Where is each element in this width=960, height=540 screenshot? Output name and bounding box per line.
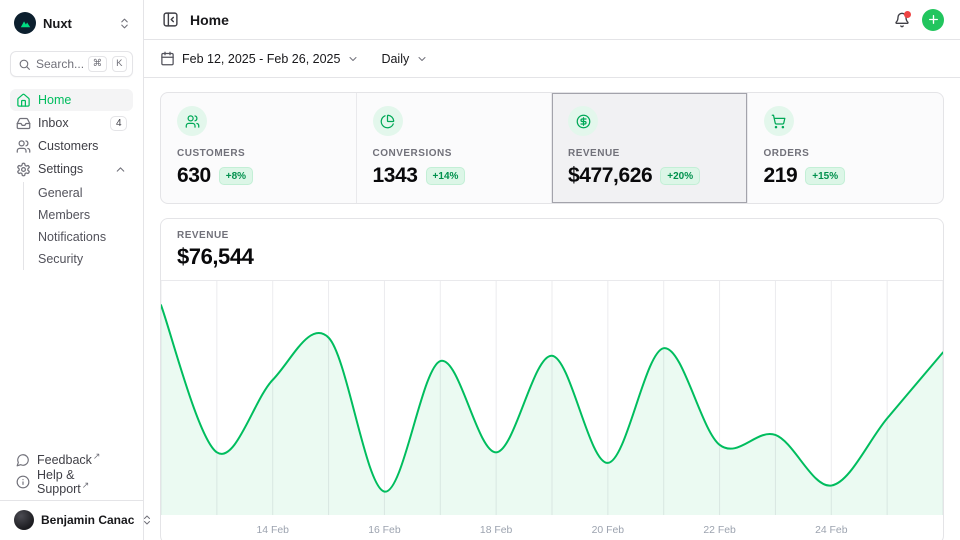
sidebar-subitem-notifications[interactable]: Notifications	[24, 226, 133, 248]
search-input[interactable]	[36, 57, 83, 71]
kbd-k: K	[112, 56, 127, 73]
search-field[interactable]: ⌘ K	[10, 51, 133, 77]
avatar	[14, 510, 34, 530]
svg-text:24 Feb: 24 Feb	[815, 525, 848, 536]
chevron-down-icon	[347, 53, 359, 65]
workspace-switcher[interactable]: Nuxt	[10, 10, 133, 36]
stat-card-orders[interactable]: ORDERS 219 +15%	[748, 93, 944, 203]
home-icon	[16, 93, 31, 108]
sidebar-subitem-members[interactable]: Members	[24, 204, 133, 226]
top-header: Home	[144, 0, 960, 40]
inbox-count-badge: 4	[110, 116, 127, 131]
date-range-value: Feb 12, 2025 - Feb 26, 2025	[182, 52, 340, 66]
svg-text:20 Feb: 20 Feb	[592, 525, 625, 536]
users-icon	[177, 106, 207, 136]
sidebar: Nuxt ⌘ K Home Inb	[0, 0, 144, 540]
stat-value: 1343	[373, 164, 418, 188]
inbox-icon	[16, 116, 31, 131]
stat-label: CUSTOMERS	[177, 148, 340, 159]
chart-metric-label: REVENUE	[177, 230, 927, 241]
svg-text:18 Feb: 18 Feb	[480, 525, 513, 536]
chart-header: REVENUE $76,544	[161, 219, 943, 281]
chevron-up-icon	[114, 163, 127, 176]
chevrons-up-down-icon	[118, 17, 131, 30]
main-area: Home Fe	[144, 0, 960, 540]
kbd-command: ⌘	[88, 56, 107, 73]
sidebar-item-label: Settings	[38, 162, 83, 176]
sidebar-item-settings[interactable]: Settings	[10, 158, 133, 180]
sidebar-item-home[interactable]: Home	[10, 89, 133, 111]
notifications-button[interactable]	[894, 12, 910, 28]
svg-text:22 Feb: 22 Feb	[703, 525, 736, 536]
chart-metric-value: $76,544	[177, 244, 927, 270]
feedback-label: Feedback↗	[37, 453, 100, 467]
stat-card-customers[interactable]: CUSTOMERS 630 +8%	[161, 93, 357, 203]
panel-left-close-icon	[162, 11, 179, 28]
page-title: Home	[190, 12, 229, 28]
filter-toolbar: Feb 12, 2025 - Feb 26, 2025 Daily	[144, 40, 960, 78]
search-icon	[18, 58, 31, 71]
help-support-link[interactable]: Help & Support↗	[10, 471, 133, 493]
sidebar-nav: Home Inbox 4 Customers Settings	[10, 89, 133, 272]
shopping-cart-icon	[764, 106, 794, 136]
stat-value: 219	[764, 164, 798, 188]
settings-submenu: General Members Notifications Security	[23, 182, 133, 270]
dollar-circle-icon	[568, 106, 598, 136]
revenue-chart-card: REVENUE $76,544 14 Feb 16 Feb 18 Feb 20 Feb…	[160, 218, 944, 540]
info-circle-icon	[16, 475, 30, 489]
workspace-name: Nuxt	[43, 16, 111, 31]
stats-panel: CUSTOMERS 630 +8% CONVERSIONS 1343 +14%	[160, 92, 944, 204]
dashboard-app: Nuxt ⌘ K Home Inb	[0, 0, 960, 540]
gear-icon	[16, 162, 31, 177]
chevron-down-icon	[416, 53, 428, 65]
stat-card-revenue[interactable]: REVENUE $477,626 +20%	[552, 93, 748, 203]
pie-chart-icon	[373, 106, 403, 136]
sidebar-item-label: Customers	[38, 139, 98, 153]
stat-change-badge: +15%	[805, 167, 845, 185]
notification-dot	[904, 11, 911, 18]
sidebar-item-label: Inbox	[38, 116, 69, 130]
add-button[interactable]	[922, 9, 944, 31]
user-name: Benjamin Canac	[41, 513, 134, 527]
revenue-area-chart[interactable]: 14 Feb 16 Feb 18 Feb 20 Feb 22 Feb 24 Feb	[161, 281, 943, 540]
help-support-label: Help & Support↗	[37, 468, 127, 496]
stat-label: REVENUE	[568, 148, 731, 159]
stat-change-badge: +8%	[219, 167, 253, 185]
sidebar-item-label: Home	[38, 93, 71, 107]
stat-change-badge: +20%	[660, 167, 700, 185]
date-range-picker[interactable]: Feb 12, 2025 - Feb 26, 2025	[160, 51, 359, 66]
stat-value: 630	[177, 164, 211, 188]
sidebar-user-section: Benjamin Canac	[0, 500, 143, 534]
stat-label: CONVERSIONS	[373, 148, 536, 159]
stat-label: ORDERS	[764, 148, 928, 159]
external-link-arrow: ↗	[93, 451, 101, 461]
granularity-value: Daily	[381, 52, 409, 66]
plus-icon	[927, 13, 940, 26]
sidebar-footer: Feedback↗ Help & Support↗ Benjamin Canac	[10, 449, 133, 534]
stat-value: $477,626	[568, 164, 652, 188]
message-bubble-icon	[16, 453, 30, 467]
stat-change-badge: +14%	[426, 167, 466, 185]
sidebar-item-inbox[interactable]: Inbox 4	[10, 112, 133, 134]
user-menu[interactable]: Benjamin Canac	[10, 508, 133, 532]
calendar-icon	[160, 51, 175, 66]
svg-text:16 Feb: 16 Feb	[368, 525, 401, 536]
sidebar-collapse-button[interactable]	[160, 9, 181, 30]
users-icon	[16, 139, 31, 154]
svg-text:14 Feb: 14 Feb	[257, 525, 290, 536]
granularity-select[interactable]: Daily	[381, 52, 428, 66]
sidebar-subitem-security[interactable]: Security	[24, 248, 133, 270]
sidebar-subitem-general[interactable]: General	[24, 182, 133, 204]
stat-card-conversions[interactable]: CONVERSIONS 1343 +14%	[357, 93, 553, 203]
content: CUSTOMERS 630 +8% CONVERSIONS 1343 +14%	[144, 78, 960, 540]
nuxt-logo-icon	[14, 12, 36, 34]
external-link-arrow: ↗	[82, 480, 90, 490]
sidebar-item-customers[interactable]: Customers	[10, 135, 133, 157]
